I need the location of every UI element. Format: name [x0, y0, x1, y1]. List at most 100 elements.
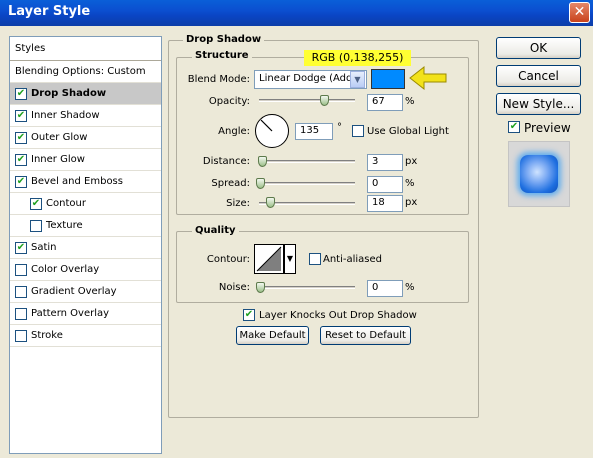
- styles-item-gradient-overlay[interactable]: Gradient Overlay: [10, 281, 161, 303]
- rgb-annotation-text: RGB (0,138,255): [311, 51, 404, 64]
- chevron-down-icon: ▼: [354, 75, 361, 84]
- outer-glow-checkbox[interactable]: ✔: [15, 131, 27, 144]
- use-global-light-checkbox[interactable]: [352, 125, 364, 137]
- styles-item-label: Color Overlay: [31, 264, 100, 275]
- layer-knocks-out-checkbox[interactable]: ✔: [243, 309, 255, 321]
- styles-item-inner-shadow[interactable]: ✔ Inner Shadow: [10, 105, 161, 127]
- styles-item-color-overlay[interactable]: Color Overlay: [10, 259, 161, 281]
- use-global-light-label: Use Global Light: [367, 126, 449, 137]
- reset-to-default-button[interactable]: Reset to Default: [320, 326, 411, 345]
- styles-item-label: Satin: [31, 242, 57, 253]
- size-label: Size:: [226, 198, 250, 209]
- styles-item-label: Blending Options: Custom: [15, 66, 146, 77]
- bevel-and-emboss-checkbox[interactable]: ✔: [15, 175, 27, 188]
- satin-checkbox[interactable]: ✔: [15, 241, 27, 254]
- ok-button[interactable]: OK: [496, 37, 581, 59]
- contour-label: Contour:: [206, 254, 250, 265]
- texture-checkbox[interactable]: [30, 219, 42, 232]
- styles-item-label: Stroke: [31, 330, 63, 341]
- styles-item-label: Contour: [46, 198, 86, 209]
- inner-shadow-checkbox[interactable]: ✔: [15, 109, 27, 122]
- spread-slider-track[interactable]: [259, 182, 355, 185]
- styles-item-stroke[interactable]: Stroke: [10, 325, 161, 347]
- size-slider-thumb[interactable]: [266, 197, 275, 208]
- rgb-annotation: RGB (0,138,255): [304, 50, 411, 66]
- styles-item-texture[interactable]: Texture: [10, 215, 161, 237]
- styles-item-label: Outer Glow: [31, 132, 88, 143]
- distance-label: Distance:: [202, 156, 250, 167]
- noise-field[interactable]: 0: [367, 280, 403, 297]
- opacity-slider-thumb[interactable]: [320, 95, 329, 106]
- make-default-button[interactable]: Make Default: [236, 326, 309, 345]
- styles-header: Styles: [10, 37, 161, 61]
- contour-dropdown[interactable]: ▼: [284, 244, 296, 274]
- styles-item-drop-shadow[interactable]: ✔ Drop Shadow: [10, 83, 161, 105]
- anti-aliased-checkbox[interactable]: [309, 253, 321, 265]
- contour-picker[interactable]: [254, 244, 284, 274]
- checkmark-icon: ✔: [16, 131, 26, 143]
- structure-title: Structure: [192, 50, 252, 61]
- distance-slider-track[interactable]: [259, 160, 355, 163]
- drop-shadow-checkbox[interactable]: ✔: [15, 87, 27, 100]
- quality-title: Quality: [192, 225, 239, 236]
- opacity-slider-track[interactable]: [259, 99, 355, 102]
- color-overlay-checkbox[interactable]: [15, 263, 27, 276]
- preview-label: Preview: [524, 121, 571, 135]
- blend-mode-value: Linear Dodge (Add): [259, 73, 357, 84]
- close-icon: ✕: [573, 4, 586, 20]
- new-style-button[interactable]: New Style...: [496, 93, 581, 115]
- preview-thumbnail: [508, 141, 570, 207]
- angle-needle-icon: [260, 119, 273, 132]
- styles-item-contour[interactable]: ✔ Contour: [10, 193, 161, 215]
- gradient-overlay-checkbox[interactable]: [15, 285, 27, 298]
- noise-slider-track[interactable]: [259, 286, 355, 289]
- cancel-button[interactable]: Cancel: [496, 65, 581, 87]
- contour-checkbox[interactable]: ✔: [30, 197, 42, 210]
- styles-item-satin[interactable]: ✔ Satin: [10, 237, 161, 259]
- checkmark-icon: ✔: [16, 153, 26, 165]
- styles-item-inner-glow[interactable]: ✔ Inner Glow: [10, 149, 161, 171]
- stroke-checkbox[interactable]: [15, 329, 27, 342]
- size-field[interactable]: 18: [367, 195, 403, 212]
- noise-unit: %: [405, 282, 415, 293]
- caret-down-icon: ▼: [286, 254, 294, 263]
- opacity-unit: %: [405, 96, 415, 107]
- styles-item-label: Inner Shadow: [31, 110, 100, 121]
- spread-unit: %: [405, 178, 415, 189]
- styles-item-outer-glow[interactable]: ✔ Outer Glow: [10, 127, 161, 149]
- styles-item-label: Drop Shadow: [31, 88, 107, 99]
- close-button[interactable]: ✕: [569, 2, 590, 23]
- distance-field[interactable]: 3: [367, 154, 403, 171]
- contour-curve-icon: [256, 246, 282, 272]
- window-title: Layer Style: [8, 4, 91, 19]
- yellow-arrow-icon: [409, 65, 447, 91]
- checkmark-icon: ✔: [509, 121, 519, 132]
- angle-dial[interactable]: [255, 114, 289, 148]
- styles-item-bevel-and-emboss[interactable]: ✔ Bevel and Emboss: [10, 171, 161, 193]
- noise-label: Noise:: [218, 282, 250, 293]
- styles-item-blending-options-custom[interactable]: Blending Options: Custom: [10, 61, 161, 83]
- blend-mode-dropdown[interactable]: ▼: [350, 71, 365, 88]
- opacity-field[interactable]: 67: [367, 94, 403, 111]
- spread-field[interactable]: 0: [367, 176, 403, 193]
- angle-unit: °: [337, 122, 342, 133]
- shadow-color-swatch[interactable]: [371, 69, 405, 89]
- layer-knocks-out-label: Layer Knocks Out Drop Shadow: [259, 310, 417, 321]
- noise-slider-thumb[interactable]: [256, 282, 265, 293]
- pattern-overlay-checkbox[interactable]: [15, 307, 27, 320]
- spread-slider-thumb[interactable]: [256, 178, 265, 189]
- preview-checkbox[interactable]: ✔: [508, 121, 520, 133]
- styles-item-label: Gradient Overlay: [31, 286, 117, 297]
- title-bar: Layer Style: [0, 0, 593, 26]
- spread-label: Spread:: [211, 178, 250, 189]
- preview-swatch: [520, 155, 558, 193]
- blend-mode-label: Blend Mode:: [187, 74, 250, 85]
- drop-shadow-title: Drop Shadow: [183, 34, 265, 45]
- styles-item-pattern-overlay[interactable]: Pattern Overlay: [10, 303, 161, 325]
- angle-field[interactable]: 135: [295, 123, 333, 140]
- checkmark-icon: ✔: [16, 87, 26, 99]
- inner-glow-checkbox[interactable]: ✔: [15, 153, 27, 166]
- styles-list: Styles Blending Options: Custom ✔ Drop Sha…: [9, 36, 162, 454]
- checkmark-icon: ✔: [16, 175, 26, 187]
- distance-slider-thumb[interactable]: [258, 156, 267, 167]
